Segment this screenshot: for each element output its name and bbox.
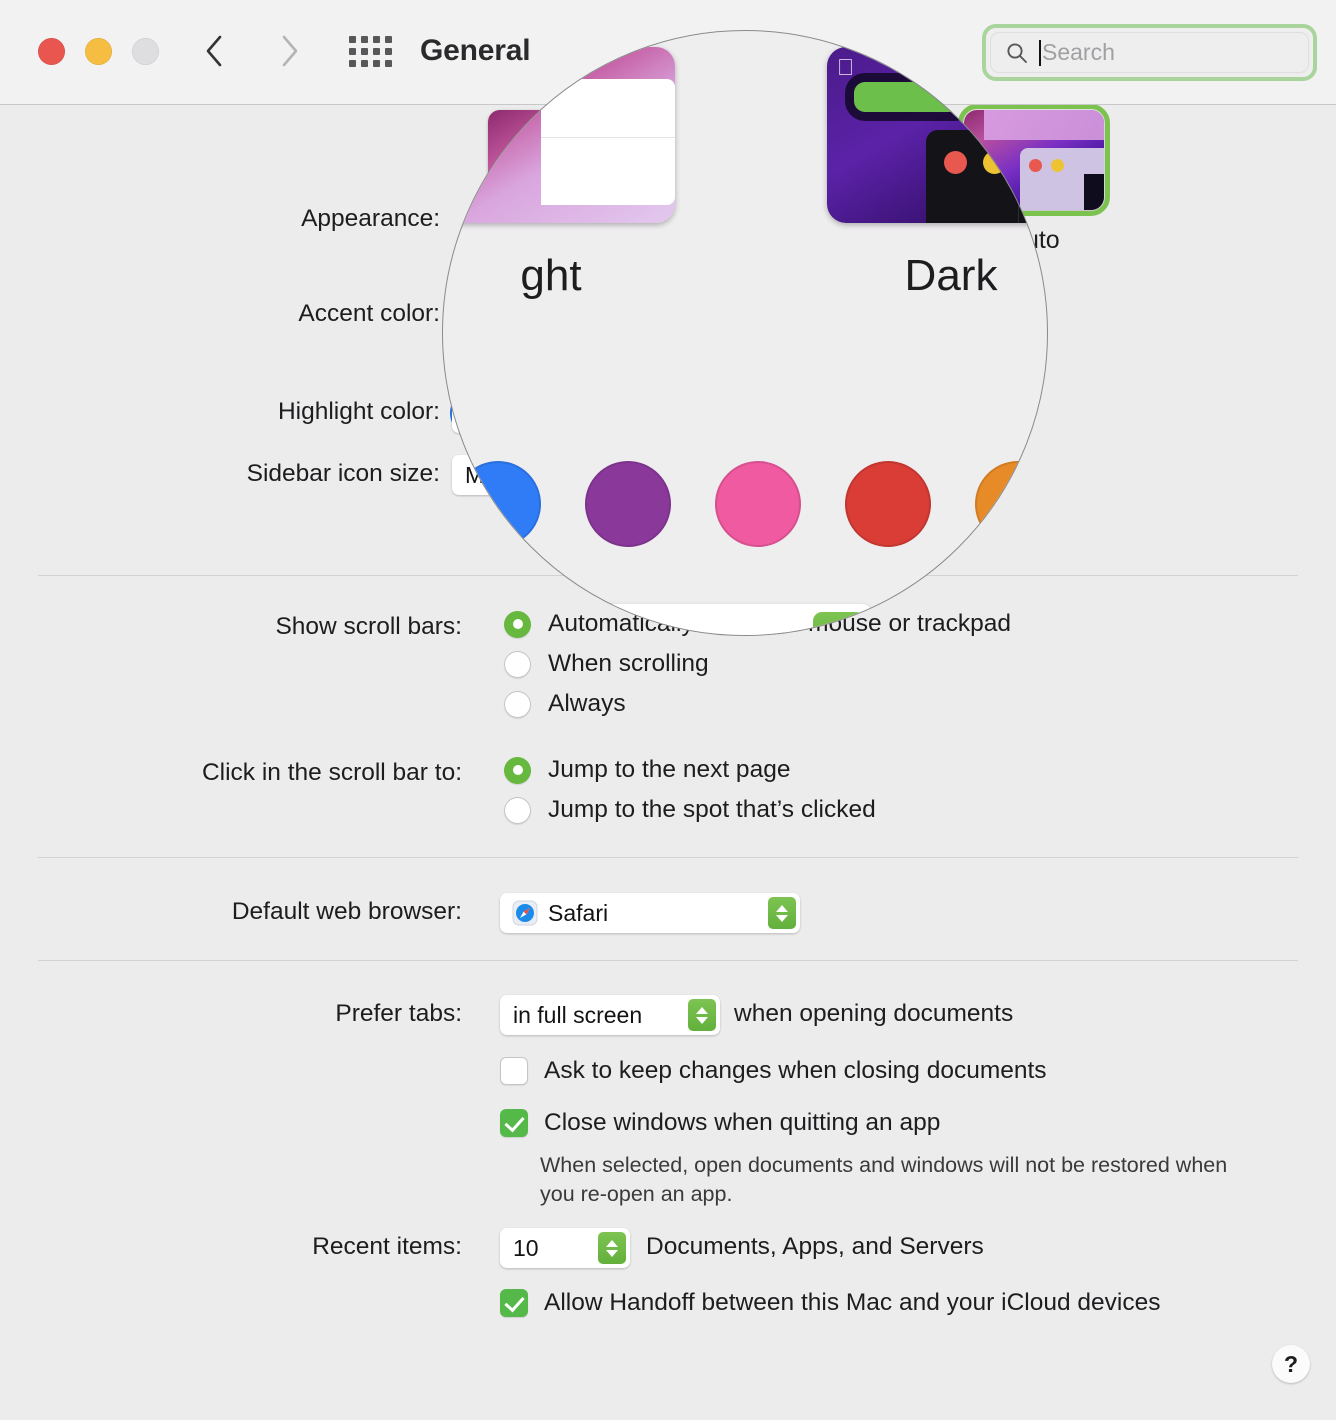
checkbox-close-windows-label: Close windows when quitting an app	[544, 1109, 941, 1136]
magnified-dark-thumbnail[interactable]: 	[827, 47, 1047, 223]
magnified-accent-swatches	[455, 461, 1047, 547]
radio-jump-next-page[interactable]: Jump to the next page	[504, 756, 876, 784]
radio-when-scrolling[interactable]: When scrolling	[504, 650, 1011, 678]
search-placeholder: Search	[1042, 39, 1115, 65]
recent-items-value: 10	[513, 1234, 539, 1261]
prefer-tabs-label-row: Prefer tabs:	[0, 1000, 462, 1028]
sidebar-icon-size-label: Sidebar icon size:	[246, 460, 440, 487]
magnified-light-thumbnail[interactable]	[443, 47, 675, 223]
zoom-button[interactable]	[132, 38, 159, 65]
checkbox-handoff-box[interactable]	[500, 1289, 528, 1317]
magnified-highlight-color-popup[interactable]: Green	[473, 604, 873, 635]
default-browser-popup[interactable]: Safari	[500, 893, 800, 933]
click-scroll-bar-label: Click in the scroll bar to:	[201, 759, 462, 786]
radio-always-label: Always	[548, 690, 626, 717]
prefer-tabs-popup[interactable]: in full screen	[500, 995, 720, 1035]
radio-jump-spot-clicked-label: Jump to the spot that’s clicked	[548, 796, 876, 823]
radio-jump-next-page-indicator[interactable]	[504, 756, 531, 784]
magnified-accent-swatch-purple[interactable]	[585, 461, 671, 547]
magnified-apple-logo-icon: 	[837, 54, 854, 81]
checkbox-close-windows[interactable]: Close windows when quitting an app	[500, 1109, 940, 1137]
radio-always-indicator[interactable]	[504, 690, 531, 718]
recent-items-stepper-icon[interactable]	[598, 1232, 626, 1264]
magnified-accent-swatch-orange[interactable]	[975, 461, 1047, 547]
scroll-bars-label-row: Show scroll bars:	[0, 613, 462, 641]
magnified-light-option[interactable]: ght	[443, 47, 675, 301]
magnified-accent-swatch-blue[interactable]	[455, 461, 541, 547]
prefer-tabs-value: in full screen	[513, 1001, 643, 1028]
back-chevron-icon	[206, 35, 222, 67]
radio-jump-spot-clicked[interactable]: Jump to the spot that’s clicked	[504, 796, 876, 824]
checkbox-ask-keep-changes-box[interactable]	[500, 1057, 528, 1085]
default-browser-label: Default web browser:	[231, 898, 462, 925]
radio-jump-next-page-label: Jump to the next page	[548, 756, 791, 783]
radio-jump-spot-clicked-indicator[interactable]	[504, 796, 531, 824]
scroll-bars-label: Show scroll bars:	[275, 613, 462, 640]
checkbox-handoff[interactable]: Allow Handoff between this Mac and your …	[500, 1289, 1160, 1317]
magnified-highlight-stepper-icon[interactable]	[813, 612, 865, 635]
recent-items-label: Recent items:	[312, 1233, 462, 1260]
traffic-lights	[38, 38, 159, 65]
close-windows-description: When selected, open documents and window…	[540, 1153, 1228, 1206]
sidebar-icon-size-label-row: Sidebar icon size:	[0, 460, 440, 488]
recent-items-suffix: Documents, Apps, and Servers	[646, 1233, 984, 1260]
click-scroll-bar-radio-group: Jump to the next page Jump to the spot t…	[504, 756, 876, 836]
checkbox-handoff-label: Allow Handoff between this Mac and your …	[544, 1289, 1161, 1316]
help-button[interactable]: ?	[1272, 1345, 1310, 1383]
show-all-grid-icon[interactable]	[349, 36, 392, 67]
prefer-tabs-suffix: when opening documents	[734, 1000, 1014, 1027]
radio-when-scrolling-label: When scrolling	[548, 650, 709, 677]
magnified-highlight-color-value: Green	[473, 617, 619, 635]
appearance-label: Appearance:	[301, 205, 440, 232]
default-browser-label-row: Default web browser:	[0, 898, 462, 926]
divider-2	[38, 857, 1298, 858]
default-browser-stepper-icon[interactable]	[768, 897, 796, 929]
safari-compass-icon	[512, 900, 538, 926]
checkbox-ask-keep-changes[interactable]: Ask to keep changes when closing documen…	[500, 1057, 1047, 1085]
highlight-color-label-row: Highlight color:	[0, 398, 440, 426]
magnified-content: ght  Dark	[443, 31, 1047, 635]
recent-items-popup[interactable]: 10	[500, 1228, 630, 1268]
checkbox-close-windows-box[interactable]	[500, 1109, 528, 1137]
prefer-tabs-label: Prefer tabs:	[335, 1000, 462, 1027]
accent-color-label: Accent color:	[298, 300, 440, 327]
magnified-accent-swatch-pink[interactable]	[715, 461, 801, 547]
radio-when-scrolling-indicator[interactable]	[504, 650, 531, 678]
divider-3	[38, 960, 1298, 961]
highlight-color-label: Highlight color:	[277, 398, 440, 425]
accent-color-label-row: Accent color:	[0, 300, 440, 328]
magnified-dark-caption: Dark	[904, 251, 998, 300]
magnified-dark-option[interactable]:  Dark	[827, 47, 1047, 301]
checkbox-ask-keep-changes-label: Ask to keep changes when closing documen…	[544, 1057, 1047, 1084]
recent-items-label-row: Recent items:	[0, 1233, 462, 1261]
magnified-light-caption: ght	[520, 251, 582, 300]
back-button[interactable]	[192, 28, 236, 74]
default-browser-value: Safari	[548, 899, 609, 926]
forward-button[interactable]	[268, 28, 312, 74]
magnified-accent-swatch-red[interactable]	[845, 461, 931, 547]
magnified-appearance-options: ght  Dark	[443, 47, 1047, 301]
radio-always[interactable]: Always	[504, 690, 1011, 718]
appearance-label-row: Appearance:	[0, 205, 440, 233]
forward-chevron-icon	[282, 35, 298, 67]
minimize-button[interactable]	[85, 38, 112, 65]
prefer-tabs-stepper-icon[interactable]	[688, 999, 716, 1031]
zoom-magnifier-lens: ght  Dark	[442, 30, 1048, 636]
click-scroll-bar-label-row: Click in the scroll bar to:	[0, 759, 462, 787]
close-button[interactable]	[38, 38, 65, 65]
